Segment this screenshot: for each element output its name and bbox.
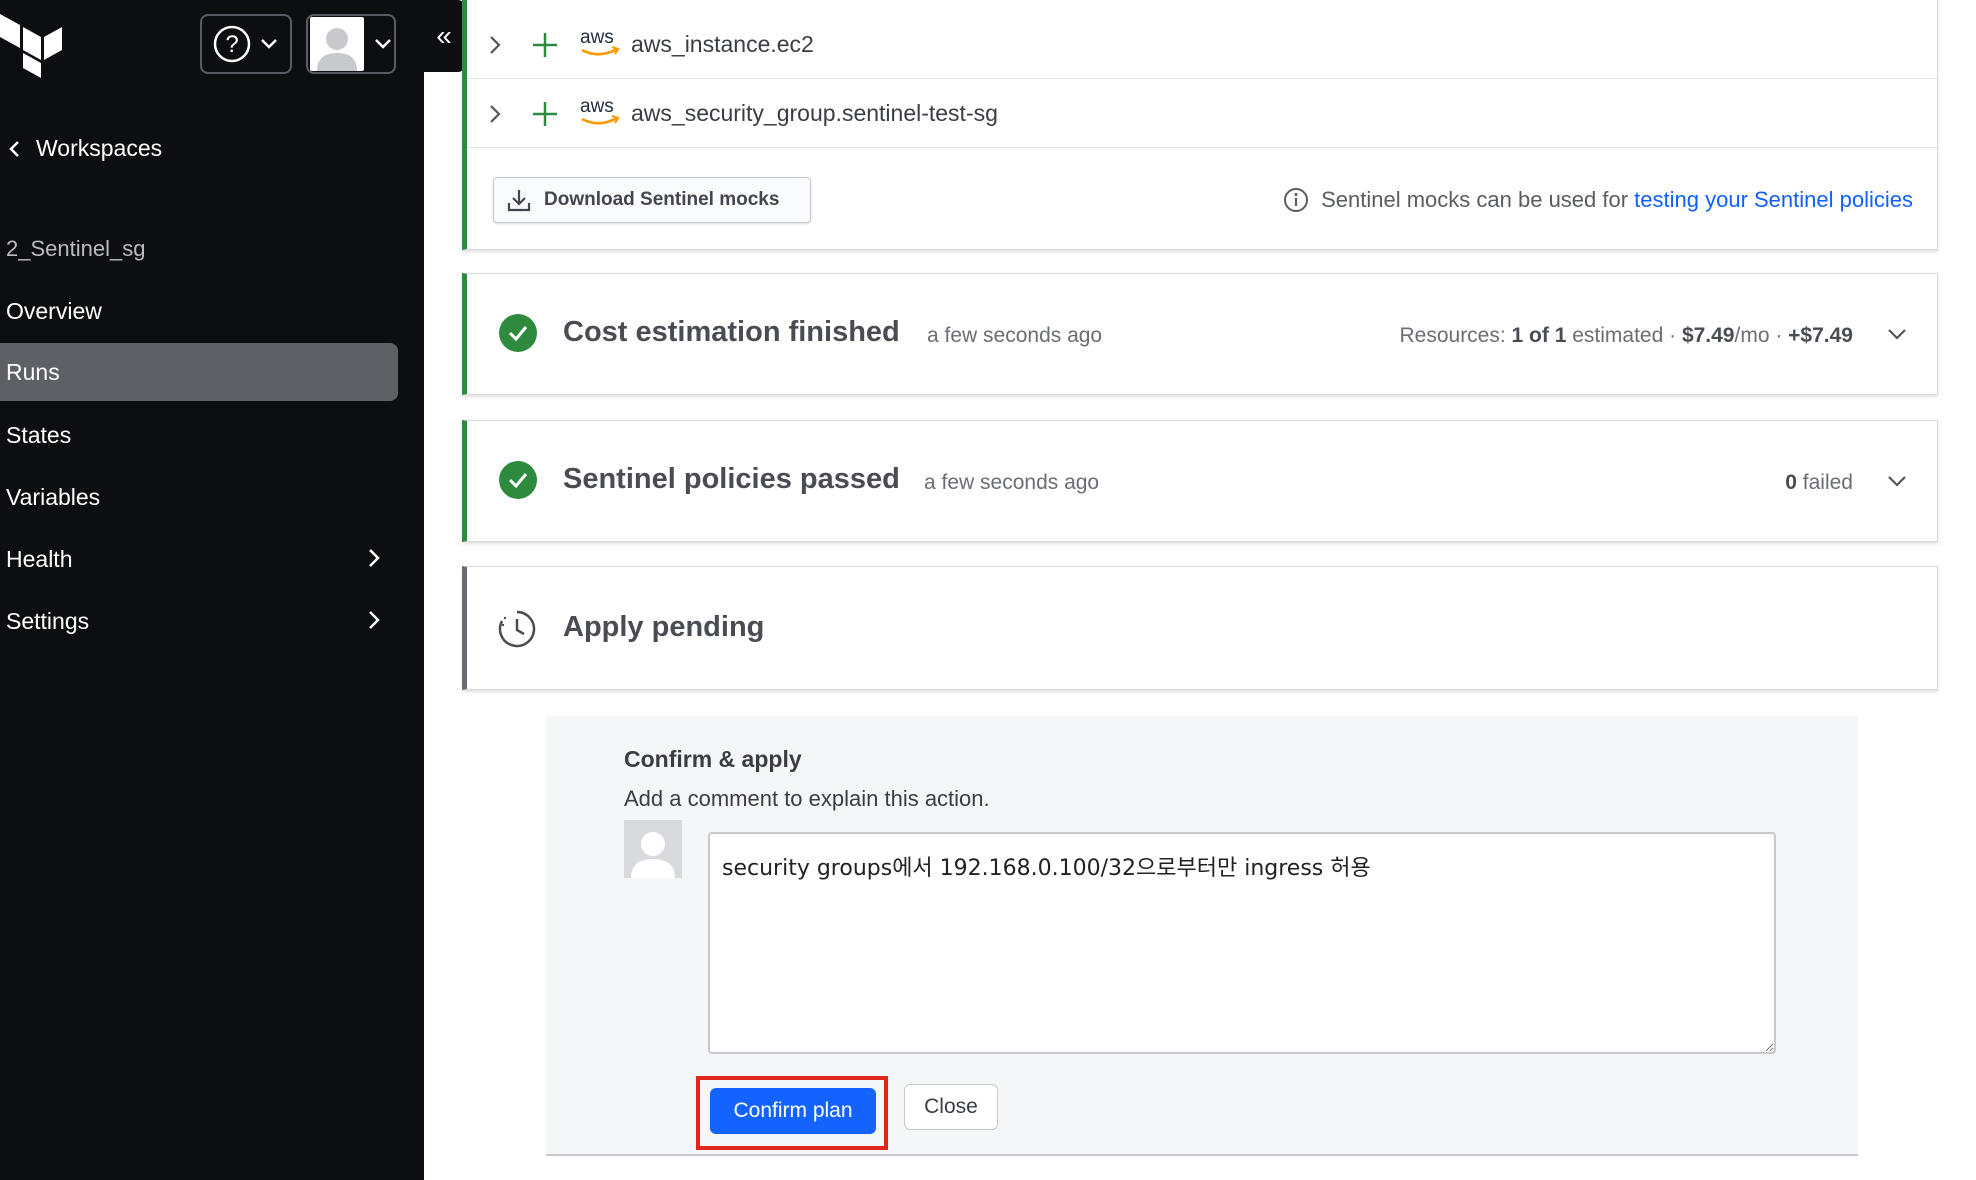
workspaces-back-link[interactable]: Workspaces bbox=[8, 135, 162, 162]
sentinel-title: Sentinel policies passed bbox=[563, 463, 900, 495]
testing-sentinel-policies-link[interactable]: testing your Sentinel policies bbox=[1634, 187, 1913, 212]
sidebar: ? Workspaces 2_Sentinel_sg Overview Runs… bbox=[0, 0, 424, 1180]
sidebar-item-runs[interactable]: Runs bbox=[0, 343, 398, 401]
chevron-down-icon bbox=[375, 39, 391, 49]
user-menu-button[interactable] bbox=[306, 14, 396, 74]
sidebar-item-health[interactable]: Health bbox=[0, 530, 398, 588]
cost-summary-unit: /mo · bbox=[1734, 324, 1789, 347]
sentinel-failed-summary: 0 failed bbox=[1785, 471, 1853, 495]
chevron-left-icon bbox=[9, 140, 19, 157]
confirm-subtitle: Add a comment to explain this action. bbox=[624, 786, 990, 811]
confirm-apply-section: Confirm & apply Add a comment to explain… bbox=[546, 716, 1858, 1156]
chevron-down-icon bbox=[261, 39, 277, 49]
confirm-plan-highlight: Confirm plan bbox=[696, 1076, 888, 1150]
download-icon bbox=[507, 190, 531, 212]
cost-summary-mid: estimated · bbox=[1566, 324, 1682, 347]
plus-icon bbox=[533, 102, 557, 126]
sidebar-item-label: Health bbox=[6, 545, 73, 572]
close-button[interactable]: Close bbox=[904, 1084, 998, 1130]
terraform-logo-icon[interactable] bbox=[0, 14, 62, 78]
cost-estimation-time: a few seconds ago bbox=[927, 324, 1103, 347]
download-label: Download Sentinel mocks bbox=[544, 189, 780, 210]
cost-estimation-panel[interactable]: Cost estimation finished a few seconds a… bbox=[462, 273, 1938, 395]
sentinel-policies-panel[interactable]: Sentinel policies passed a few seconds a… bbox=[462, 420, 1938, 542]
sidebar-item-label: Settings bbox=[6, 607, 90, 634]
help-menu-button[interactable]: ? bbox=[200, 14, 292, 74]
comment-textarea[interactable]: security groups에서 192.168.0.100/32으로부터만 … bbox=[708, 832, 1776, 1054]
cost-delta: +$7.49 bbox=[1788, 324, 1853, 347]
chevron-right-icon[interactable] bbox=[489, 35, 501, 55]
chevron-down-icon[interactable] bbox=[1887, 328, 1907, 342]
success-check-icon bbox=[499, 461, 537, 499]
clock-icon bbox=[498, 610, 536, 648]
sentinel-mocks-info: Sentinel mocks can be used for testing y… bbox=[1283, 187, 1913, 213]
chevron-right-icon[interactable] bbox=[489, 104, 501, 124]
svg-text:aws: aws bbox=[580, 96, 614, 117]
collapse-sidebar-button[interactable]: « bbox=[424, 0, 464, 72]
cost-summary-prefix: Resources: bbox=[1399, 324, 1512, 347]
plus-icon bbox=[533, 33, 557, 57]
chevron-right-icon bbox=[369, 611, 380, 629]
resource-row[interactable]: aws aws_instance.ec2 bbox=[467, 11, 1937, 79]
sidebar-item-label: Runs bbox=[6, 358, 60, 385]
aws-logo-icon: aws bbox=[580, 96, 620, 125]
svg-text:?: ? bbox=[225, 31, 238, 58]
chevron-down-icon[interactable] bbox=[1887, 475, 1907, 489]
sidebar-item-label: Overview bbox=[6, 297, 102, 324]
workspace-name: 2_Sentinel_sg bbox=[6, 236, 146, 261]
failed-count: 0 bbox=[1785, 471, 1797, 494]
aws-logo-icon: aws bbox=[580, 27, 620, 56]
plan-resources-panel: aws aws_instance.ec2 aws aws_security_gr… bbox=[462, 0, 1938, 250]
sidebar-item-label: Variables bbox=[6, 483, 101, 510]
mocks-info-text: Sentinel mocks can be used for bbox=[1321, 187, 1635, 212]
chevron-right-icon bbox=[369, 549, 380, 567]
apply-pending-title: Apply pending bbox=[563, 611, 765, 643]
user-silhouette-icon bbox=[317, 28, 357, 71]
sidebar-item-label: States bbox=[6, 421, 72, 448]
user-silhouette-icon bbox=[631, 832, 675, 878]
success-check-icon bbox=[499, 314, 537, 352]
resource-row[interactable]: aws aws_security_group.sentinel-test-sg bbox=[467, 80, 1937, 148]
failed-label: failed bbox=[1796, 471, 1853, 494]
double-chevron-left-icon: « bbox=[436, 20, 452, 51]
avatar bbox=[624, 820, 682, 878]
cost-monthly: $7.49 bbox=[1681, 324, 1735, 347]
sidebar-item-states[interactable]: States bbox=[0, 406, 398, 464]
sidebar-item-settings[interactable]: Settings bbox=[0, 592, 398, 650]
confirm-title: Confirm & apply bbox=[624, 746, 802, 772]
cost-summary-count: 1 of 1 bbox=[1511, 324, 1567, 347]
resource-name: aws_security_group.sentinel-test-sg bbox=[631, 100, 998, 126]
sentinel-time: a few seconds ago bbox=[924, 471, 1100, 494]
sidebar-item-variables[interactable]: Variables bbox=[0, 468, 398, 526]
svg-text:aws: aws bbox=[580, 27, 614, 48]
download-sentinel-mocks-button[interactable]: Download Sentinel mocks bbox=[493, 177, 811, 223]
avatar bbox=[310, 17, 364, 71]
sidebar-item-overview[interactable]: Overview bbox=[0, 282, 398, 340]
apply-pending-panel: Apply pending bbox=[462, 566, 1938, 690]
resource-name: aws_instance.ec2 bbox=[631, 31, 814, 57]
workspaces-label: Workspaces bbox=[36, 135, 163, 161]
help-icon: ? bbox=[213, 25, 251, 63]
info-icon bbox=[1284, 188, 1309, 212]
cost-summary: Resources: 1 of 1 estimated · $7.49/mo ·… bbox=[1399, 324, 1853, 348]
cost-estimation-title: Cost estimation finished bbox=[563, 316, 900, 348]
confirm-plan-button[interactable]: Confirm plan bbox=[710, 1088, 876, 1134]
